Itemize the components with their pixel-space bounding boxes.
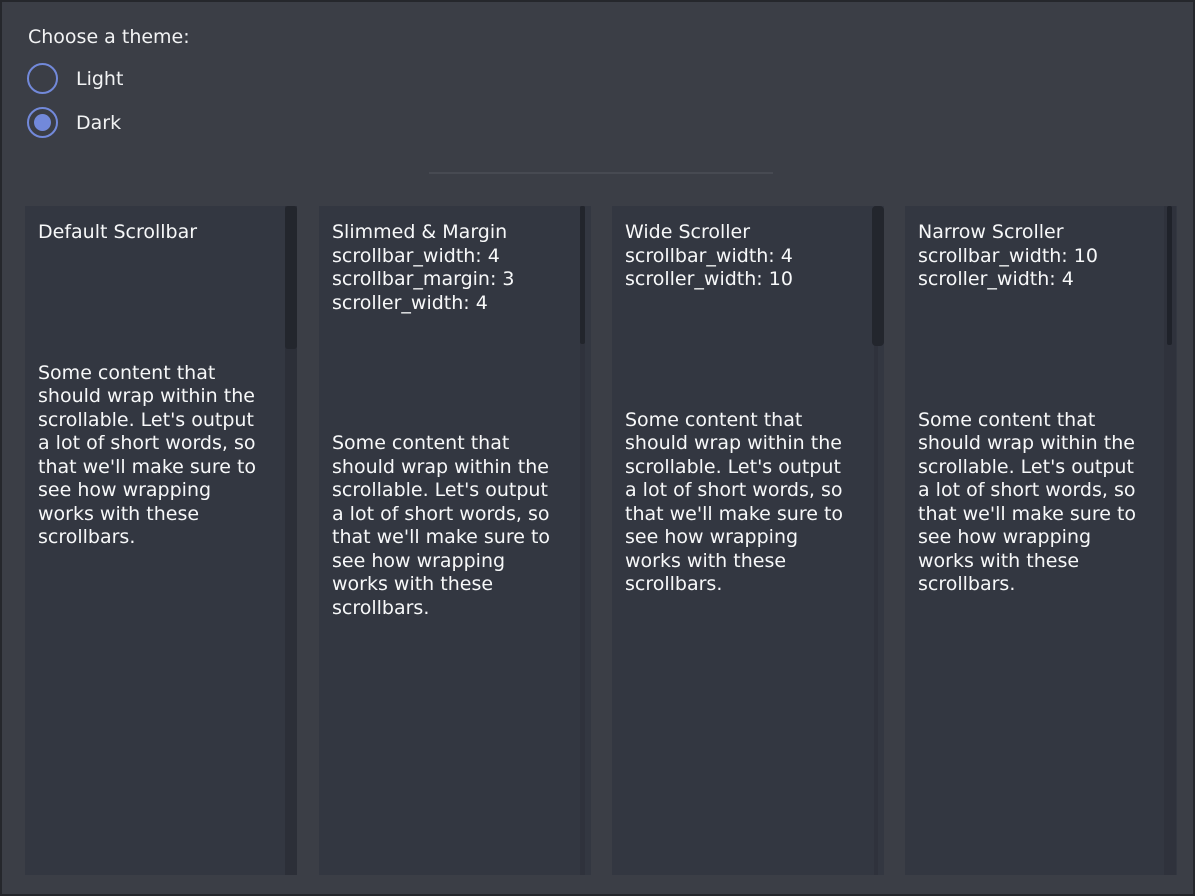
content-line: scrollable. Let's output — [332, 479, 577, 503]
scrollable-content-area[interactable]: Default Scrollbar Some content that shou… — [38, 221, 283, 875]
content-line: scrollbars. — [332, 597, 577, 621]
content-line: see how wrapping — [625, 526, 870, 550]
panel-title: Slimmed & Margin — [332, 221, 577, 245]
panel-config-line: scrollbar_width: 4 — [332, 245, 577, 269]
panel-config-line: scrollbar_margin: 3 — [332, 268, 577, 292]
content-line: Some content that — [38, 362, 283, 386]
panel-narrow-scroller[interactable]: Narrow Scroller scrollbar_width: 10 scro… — [905, 206, 1177, 875]
spacer — [625, 292, 870, 409]
content-line: see how wrapping — [38, 479, 283, 503]
panel-config-line: scroller_width: 4 — [332, 292, 577, 316]
content-line: Some content that — [918, 409, 1163, 433]
content-line: works with these — [625, 550, 870, 574]
content-line: see how wrapping — [918, 526, 1163, 550]
spacer — [38, 245, 283, 362]
scrollable-content-area[interactable]: Wide Scroller scrollbar_width: 4 scrolle… — [625, 221, 870, 875]
content-line: that we'll make sure to — [918, 503, 1163, 527]
panel-title: Narrow Scroller — [918, 221, 1163, 245]
panel-config-line: scroller_width: 10 — [625, 268, 870, 292]
panel-content: Some content that should wrap within the… — [332, 432, 577, 620]
theme-chooser-label: Choose a theme: — [28, 25, 190, 49]
radio-icon-dark[interactable] — [27, 107, 58, 138]
panel-wide-scroller[interactable]: Wide Scroller scrollbar_width: 4 scrolle… — [612, 206, 884, 875]
spacer — [918, 292, 1163, 409]
content-line: should wrap within the — [918, 432, 1163, 456]
spacer — [332, 315, 577, 432]
content-line: Some content that — [625, 409, 870, 433]
content-line: should wrap within the — [38, 385, 283, 409]
radio-option-light[interactable]: Light — [27, 63, 123, 94]
radio-label-light: Light — [76, 68, 123, 90]
content-line: scrollable. Let's output — [625, 456, 870, 480]
panel-default-scrollbar[interactable]: Default Scrollbar Some content that shou… — [25, 206, 297, 875]
panel-title: Wide Scroller — [625, 221, 870, 245]
panel-config-line: scrollbar_width: 10 — [918, 245, 1163, 269]
scrollbar-thumb[interactable] — [872, 206, 884, 346]
section-divider — [429, 172, 773, 174]
content-line: that we'll make sure to — [332, 526, 577, 550]
content-line: a lot of short words, so — [332, 503, 577, 527]
scrollbar-thumb[interactable] — [580, 206, 585, 344]
radio-icon-light[interactable] — [27, 63, 58, 94]
content-line: scrollable. Let's output — [918, 456, 1163, 480]
content-line: scrollbars. — [918, 573, 1163, 597]
panel-title: Default Scrollbar — [38, 221, 283, 245]
panel-content: Some content that should wrap within the… — [38, 362, 283, 550]
panel-slimmed-margin[interactable]: Slimmed & Margin scrollbar_width: 4 scro… — [319, 206, 591, 875]
content-line: that we'll make sure to — [38, 456, 283, 480]
radio-option-dark[interactable]: Dark — [27, 107, 121, 138]
content-line: scrollbars. — [625, 573, 870, 597]
panel-content: Some content that should wrap within the… — [625, 409, 870, 597]
content-line: should wrap within the — [625, 432, 870, 456]
content-line: a lot of short words, so — [625, 479, 870, 503]
scrollbar-thumb[interactable] — [1167, 206, 1172, 345]
panel-config-line: scroller_width: 4 — [918, 268, 1163, 292]
content-line: works with these — [918, 550, 1163, 574]
content-line: see how wrapping — [332, 550, 577, 574]
content-line: a lot of short words, so — [918, 479, 1163, 503]
content-line: scrollable. Let's output — [38, 409, 283, 433]
scrollable-content-area[interactable]: Slimmed & Margin scrollbar_width: 4 scro… — [332, 221, 577, 875]
scrollable-content-area[interactable]: Narrow Scroller scrollbar_width: 10 scro… — [918, 221, 1163, 875]
panel-config-line: scrollbar_width: 4 — [625, 245, 870, 269]
content-line: that we'll make sure to — [625, 503, 870, 527]
app-window: Choose a theme: Light Dark Default Scrol… — [0, 0, 1195, 896]
scrollbar-thumb[interactable] — [285, 206, 297, 349]
content-line: Some content that — [332, 432, 577, 456]
content-line: works with these — [38, 503, 283, 527]
radio-label-dark: Dark — [76, 112, 121, 134]
content-line: works with these — [332, 573, 577, 597]
content-line: scrollbars. — [38, 526, 283, 550]
panel-content: Some content that should wrap within the… — [918, 409, 1163, 597]
content-line: a lot of short words, so — [38, 432, 283, 456]
content-line: should wrap within the — [332, 456, 577, 480]
